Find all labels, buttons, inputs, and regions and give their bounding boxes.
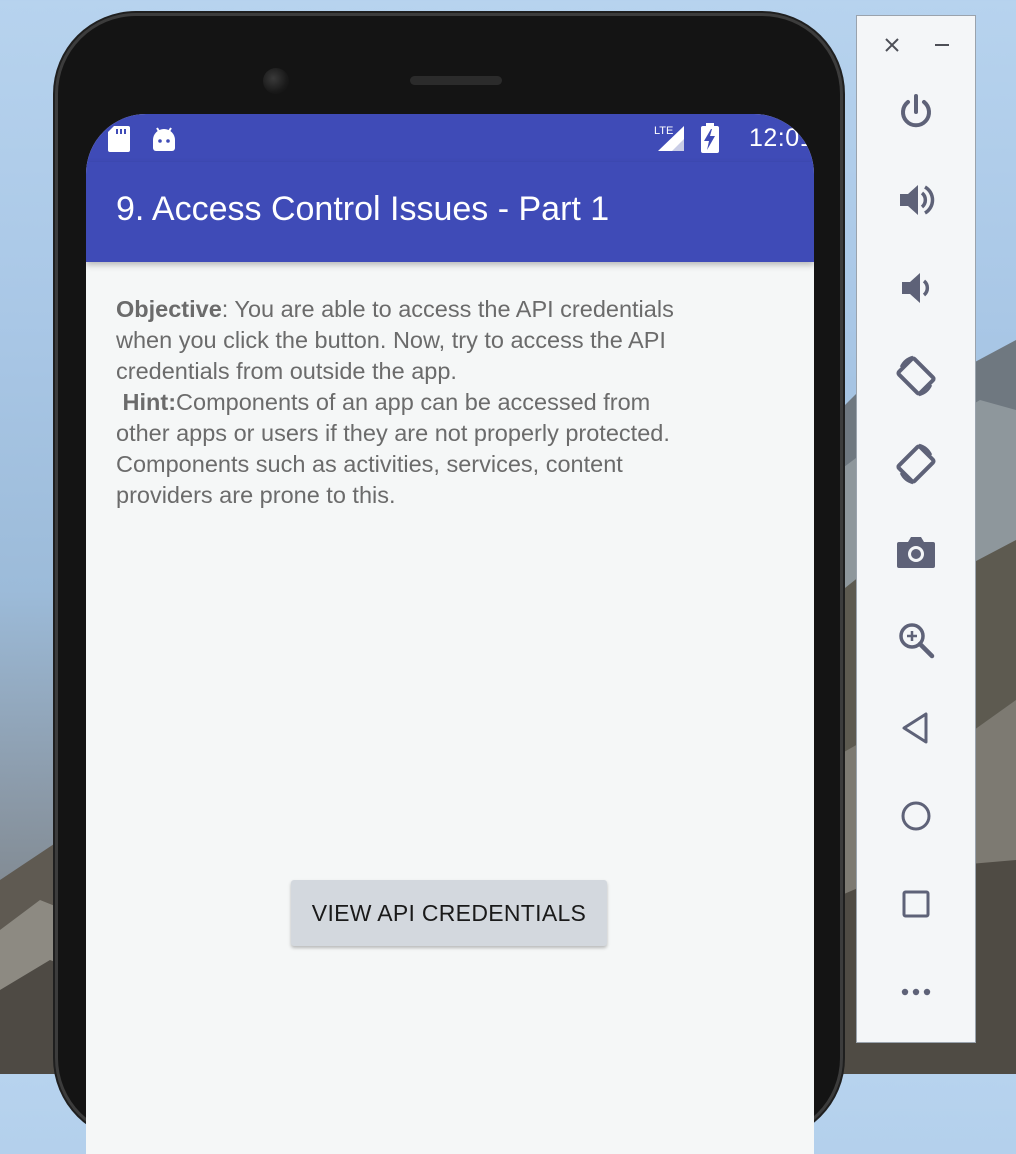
view-api-credentials-button[interactable]: VIEW API CREDENTIALS (291, 880, 607, 946)
hint-label: Hint: (122, 389, 177, 415)
rotate-left-icon[interactable] (890, 350, 942, 402)
rotate-right-icon[interactable] (890, 438, 942, 490)
phone-device: LTE 12:01 9. Access Control Issues - Par… (58, 16, 840, 1154)
status-bar: LTE 12:01 (86, 114, 814, 162)
sd-card-icon (108, 126, 130, 156)
objective-line-1: Objective: You are able to access the AP… (116, 294, 766, 325)
hint-text-1: Components of an app can be accessed fro… (176, 389, 651, 415)
network-type-label: LTE (654, 125, 673, 137)
battery-charging-icon (700, 123, 720, 157)
back-icon[interactable] (890, 702, 942, 754)
hint-line-4: providers are prone to this. (116, 482, 396, 508)
earpiece-speaker (410, 76, 502, 85)
objective-line-3: credentials from outside the app. (116, 358, 457, 384)
window-controls (857, 16, 975, 74)
objective-line-2: when you click the button. Now, try to a… (116, 327, 666, 353)
objective-label: Objective (116, 296, 222, 322)
zoom-icon[interactable] (890, 614, 942, 666)
overview-icon[interactable] (890, 878, 942, 930)
close-icon[interactable] (877, 30, 907, 60)
android-icon (152, 126, 176, 156)
page-title: 9. Access Control Issues - Part 1 (116, 190, 610, 228)
volume-down-icon[interactable] (890, 262, 942, 314)
objective-text-1: : You are able to access the API credent… (221, 296, 674, 322)
lte-signal-icon: LTE (652, 122, 686, 156)
hint-line-1: Hint:Components of an app can be accesse… (116, 387, 766, 418)
minimize-icon[interactable] (927, 30, 957, 60)
challenge-description: Objective: You are able to access the AP… (116, 294, 766, 511)
phone-screen: LTE 12:01 9. Access Control Issues - Par… (86, 114, 814, 1154)
more-icon[interactable] (890, 966, 942, 1018)
front-camera (263, 68, 289, 94)
volume-up-icon[interactable] (890, 174, 942, 226)
hint-line-2: other apps or users if they are not prop… (116, 420, 670, 446)
home-icon[interactable] (890, 790, 942, 842)
emulator-toolbar (856, 15, 976, 1043)
power-icon[interactable] (890, 86, 942, 138)
camera-icon[interactable] (890, 526, 942, 578)
hint-line-3: Components such as activities, services,… (116, 451, 623, 477)
status-time: 12:01 (748, 124, 814, 152)
app-toolbar: 9. Access Control Issues - Part 1 (86, 162, 814, 262)
